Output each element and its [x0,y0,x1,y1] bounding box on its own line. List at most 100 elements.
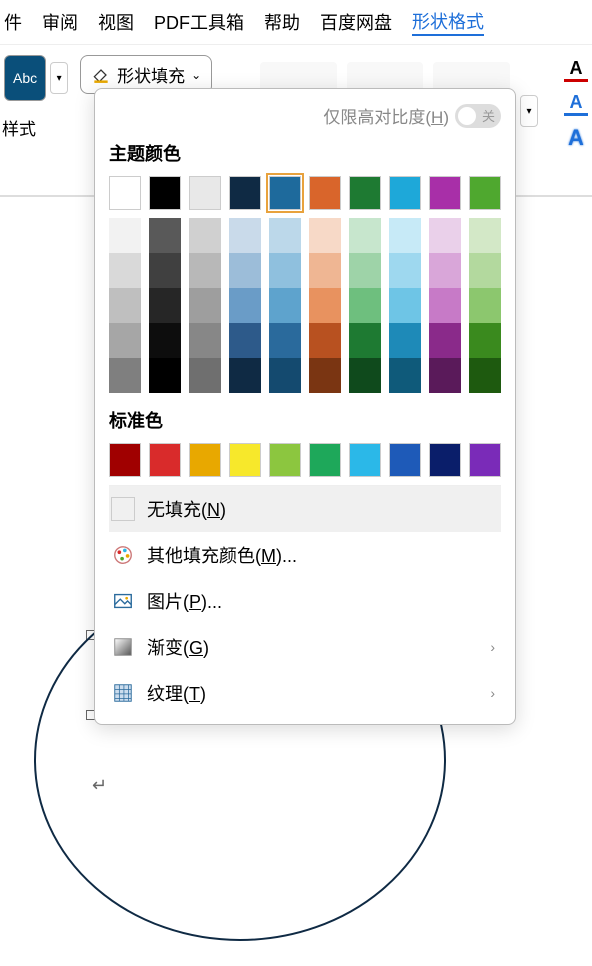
menu-review[interactable]: 审阅 [42,9,78,35]
standard-color-row [109,443,501,477]
no-fill-icon [111,497,135,521]
menu-file[interactable]: 件 [4,9,22,35]
color-swatch[interactable] [269,323,301,358]
color-swatch[interactable] [109,218,141,253]
high-contrast-toggle[interactable]: 关 [455,104,501,128]
menu-pdf-toolbox[interactable]: PDF工具箱 [154,9,244,35]
color-swatch[interactable] [309,253,341,288]
color-swatch[interactable] [309,288,341,323]
picture-fill-option[interactable]: 图片(P)... [109,578,501,624]
color-swatch[interactable] [309,443,341,477]
color-swatch[interactable] [149,443,181,477]
color-swatch[interactable] [469,253,501,288]
color-swatch[interactable] [229,253,261,288]
color-swatch[interactable] [189,218,221,253]
color-swatch[interactable] [429,253,461,288]
color-swatch[interactable] [269,358,301,393]
color-swatch[interactable] [469,288,501,323]
color-swatch[interactable] [149,358,181,393]
shape-style-preview[interactable]: Abc [4,55,46,101]
color-swatch[interactable] [149,218,181,253]
color-swatch[interactable] [389,443,421,477]
color-swatch[interactable] [189,323,221,358]
shape-style-dropdown[interactable]: ▾ [50,62,68,94]
color-swatch[interactable] [349,218,381,253]
color-swatch[interactable] [389,358,421,393]
color-swatch[interactable] [189,176,221,210]
menu-baidu-netdisk[interactable]: 百度网盘 [320,9,392,35]
color-swatch[interactable] [109,253,141,288]
color-swatch[interactable] [469,443,501,477]
text-style-dropdown[interactable]: ▾ [520,95,538,127]
color-swatch[interactable] [229,218,261,253]
color-swatch[interactable] [149,253,181,288]
color-swatch[interactable] [389,323,421,358]
picture-icon [111,589,135,613]
color-swatch[interactable] [309,323,341,358]
color-swatch[interactable] [469,358,501,393]
menu-help[interactable]: 帮助 [264,9,300,35]
shade-column [109,218,141,393]
color-swatch[interactable] [149,323,181,358]
color-swatch[interactable] [349,323,381,358]
color-swatch[interactable] [389,218,421,253]
color-swatch[interactable] [269,218,301,253]
gradient-fill-option[interactable]: 渐变(G) › [109,624,501,670]
color-swatch[interactable] [269,288,301,323]
color-swatch[interactable] [229,358,261,393]
color-swatch[interactable] [349,443,381,477]
color-swatch[interactable] [109,323,141,358]
color-swatch[interactable] [429,288,461,323]
color-swatch[interactable] [269,443,301,477]
color-swatch[interactable] [469,176,501,210]
color-swatch[interactable] [429,218,461,253]
high-contrast-row: 仅限高对比度(H) 关 [109,103,501,128]
color-swatch[interactable] [349,288,381,323]
shade-column [389,218,421,393]
color-swatch[interactable] [429,358,461,393]
more-colors-option[interactable]: 其他填充颜色(M)... [109,532,501,578]
color-swatch[interactable] [309,358,341,393]
color-swatch[interactable] [109,443,141,477]
menu-view[interactable]: 视图 [98,9,134,35]
color-swatch[interactable] [389,253,421,288]
color-swatch[interactable] [229,288,261,323]
color-swatch[interactable] [149,288,181,323]
theme-colors-title: 主题颜色 [109,140,501,166]
color-swatch[interactable] [149,176,181,210]
color-swatch[interactable] [269,253,301,288]
texture-fill-option[interactable]: 纹理(T) › [109,670,501,716]
text-effects-button[interactable]: A [564,126,588,150]
color-swatch[interactable] [189,253,221,288]
color-swatch[interactable] [349,176,381,210]
color-swatch[interactable] [429,323,461,358]
color-swatch[interactable] [189,358,221,393]
chevron-right-icon: › [490,639,495,655]
color-swatch[interactable] [269,176,301,210]
shade-column [229,218,261,393]
color-swatch[interactable] [429,443,461,477]
color-swatch[interactable] [189,443,221,477]
color-swatch[interactable] [349,253,381,288]
color-swatch[interactable] [429,176,461,210]
text-outline-button[interactable]: A [564,92,588,116]
color-swatch[interactable] [389,176,421,210]
color-swatch[interactable] [109,176,141,210]
color-swatch[interactable] [229,176,261,210]
color-swatch[interactable] [349,358,381,393]
menu-shape-format[interactable]: 形状格式 [412,8,484,36]
color-swatch[interactable] [309,176,341,210]
color-swatch[interactable] [229,323,261,358]
color-swatch[interactable] [189,288,221,323]
color-swatch[interactable] [109,288,141,323]
color-swatch[interactable] [109,358,141,393]
text-fill-button[interactable]: A [564,58,588,82]
no-fill-option[interactable]: 无填充(N) [109,486,501,532]
color-swatch[interactable] [389,288,421,323]
color-swatch[interactable] [469,218,501,253]
shade-column [309,218,341,393]
color-swatch[interactable] [229,443,261,477]
color-swatch[interactable] [309,218,341,253]
color-swatch[interactable] [469,323,501,358]
high-contrast-label: 仅限高对比度(H) [323,103,449,128]
